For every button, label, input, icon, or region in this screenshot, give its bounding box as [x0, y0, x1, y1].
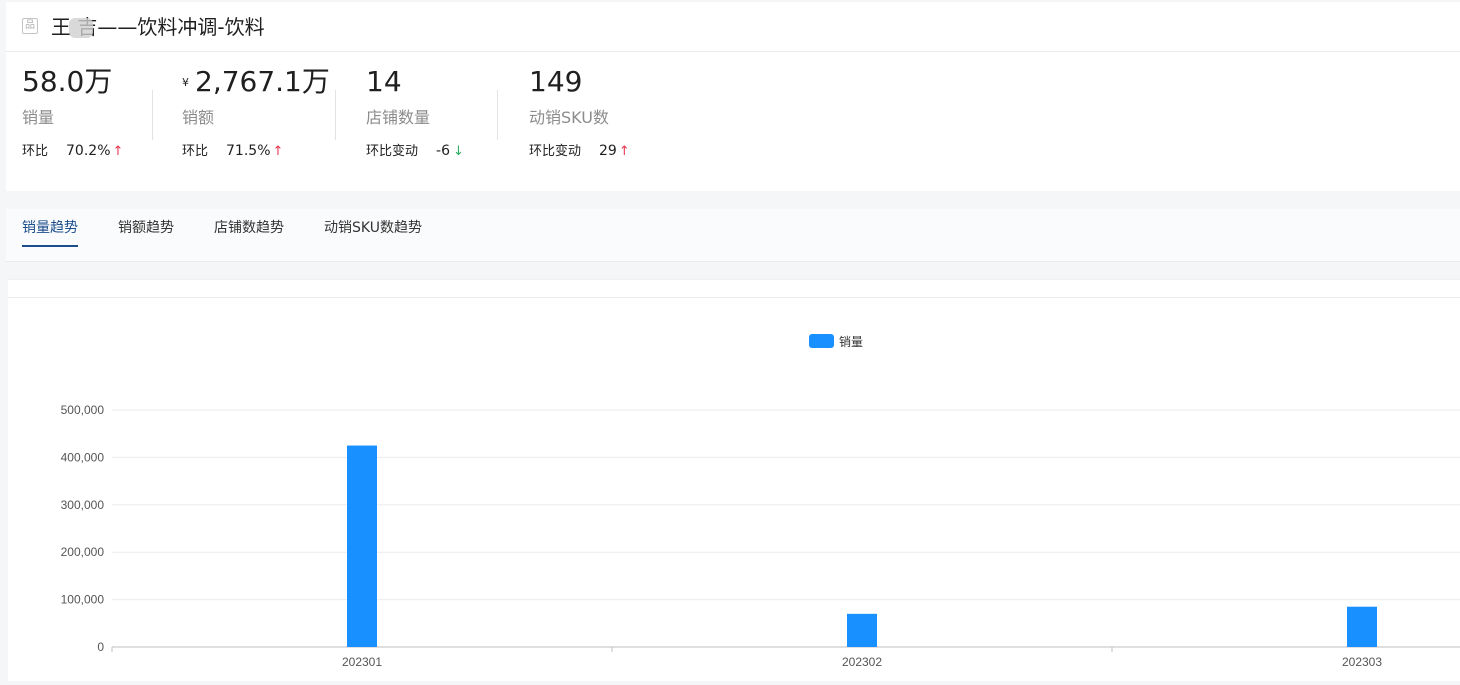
y-tick-label: 500,000 — [61, 403, 105, 417]
metric-change: 环比变动 29 ↑ — [529, 142, 630, 161]
divider — [497, 90, 498, 140]
trend-tabs: 销量趋势 销额趋势 店铺数趋势 动销SKU数趋势 — [6, 209, 1460, 262]
arrow-down-icon: ↓ — [452, 144, 464, 159]
change-value: 71.5% — [226, 143, 271, 159]
sales-volume-bar-chart: 0 100,000 200,000 300,000 400,000 500,000 2023… — [61, 334, 1460, 669]
currency-symbol: ¥ — [182, 76, 189, 89]
metric-value: 14 — [366, 65, 402, 98]
metric-sales-amount: ¥2,767.1万 销额 环比 71.5% ↑ — [182, 62, 332, 172]
divider — [8, 297, 1460, 298]
metric-value: ¥2,767.1万 — [182, 65, 330, 98]
y-tick-label: 400,000 — [61, 450, 105, 464]
bar-202302 — [847, 613, 877, 647]
metric-store-count: 14 店铺数量 环比变动 -6 ↓ — [366, 62, 496, 172]
metric-value: 149 — [529, 65, 583, 98]
change-label: 环比 — [182, 144, 209, 159]
x-tick-label: 202303 — [1342, 655, 1382, 669]
arrow-up-icon: ↑ — [618, 144, 630, 159]
chart-panel: 0 100,000 200,000 300,000 400,000 500,000 2023… — [8, 279, 1460, 681]
tab-active-sku-trend[interactable]: 动销SKU数趋势 — [324, 219, 422, 237]
divider — [152, 90, 153, 140]
metric-label: 动销SKU数 — [529, 108, 609, 127]
legend-swatch — [809, 334, 834, 348]
y-tick-label: 0 — [97, 640, 104, 654]
bar-202301 — [347, 445, 377, 647]
metric-label: 销量 — [22, 108, 55, 127]
divider — [335, 90, 336, 140]
summary-panel: 品 王 吉——饮料冲调-饮料 58.0万 销量 环比 70.2% ↑ ¥2,767.… — [6, 2, 1460, 191]
change-label: 环比变动 — [366, 144, 419, 159]
tab-store-count-trend[interactable]: 店铺数趋势 — [214, 219, 284, 237]
tab-sales-volume-trend[interactable]: 销量趋势 — [22, 219, 78, 237]
metric-label: 店铺数量 — [366, 108, 431, 127]
product-icon: 品 — [22, 18, 38, 34]
metric-active-sku: 149 动销SKU数 环比变动 29 ↑ — [529, 62, 679, 172]
active-tab-indicator — [22, 245, 78, 247]
x-tick-label: 202302 — [842, 655, 882, 669]
y-tick-label: 200,000 — [61, 545, 105, 559]
bar-202303 — [1347, 606, 1377, 647]
metric-value: 58.0万 — [22, 65, 113, 98]
title-row: 品 王 吉——饮料冲调-饮料 — [6, 2, 1460, 52]
tab-sales-amount-trend[interactable]: 销额趋势 — [118, 219, 174, 237]
arrow-up-icon: ↑ — [272, 144, 284, 159]
legend-label: 销量 — [839, 335, 863, 349]
change-label: 环比 — [22, 144, 49, 159]
metric-change: 环比变动 -6 ↓ — [366, 142, 464, 161]
metric-label: 销额 — [182, 108, 215, 127]
redaction-blur — [69, 18, 93, 38]
change-value: 70.2% — [66, 143, 111, 159]
metric-sales-volume: 58.0万 销量 环比 70.2% ↑ — [22, 62, 152, 172]
arrow-up-icon: ↑ — [112, 144, 124, 159]
change-label: 环比变动 — [529, 144, 582, 159]
change-value: -6 — [436, 143, 450, 159]
x-tick-label: 202301 — [342, 655, 382, 669]
y-tick-label: 300,000 — [61, 498, 105, 512]
metric-change: 环比 71.5% ↑ — [182, 142, 283, 161]
y-tick-label: 100,000 — [61, 593, 105, 607]
metric-change: 环比 70.2% ↑ — [22, 142, 123, 161]
change-value: 29 — [599, 143, 617, 159]
